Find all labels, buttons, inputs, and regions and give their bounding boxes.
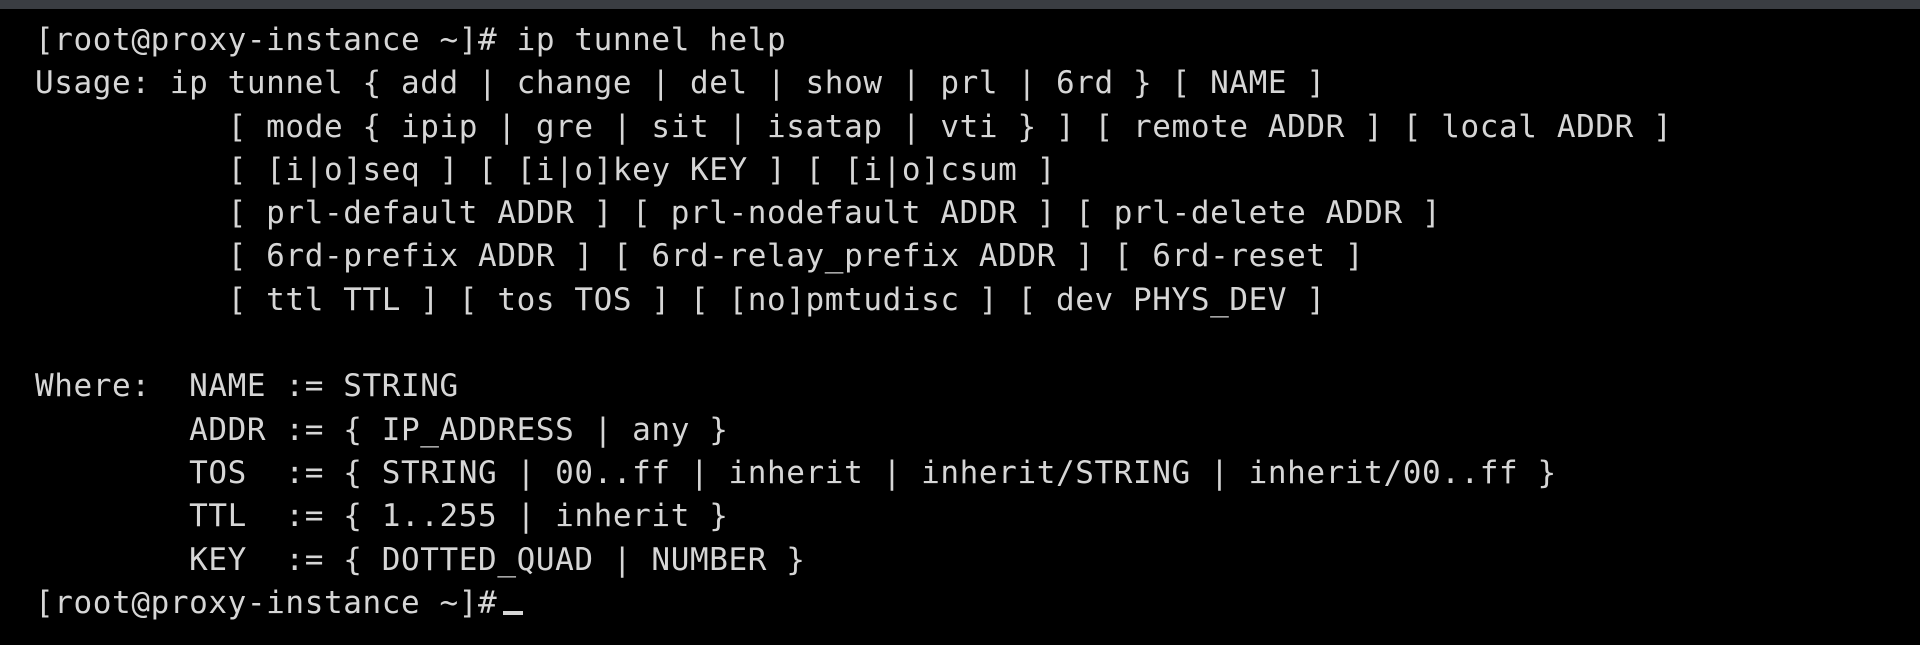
terminal-line: TOS := { STRING | 00..ff | inherit | inh…	[35, 454, 1557, 491]
terminal-line: [root@proxy-instance ~]# ip tunnel help	[35, 22, 787, 58]
terminal-line: [ prl-default ADDR ] [ prl-nodefault ADD…	[35, 195, 1442, 232]
terminal-line: TTL := { 1..255 | inherit }	[35, 498, 729, 535]
command-prompt-line[interactable]: [root@proxy-instance ~]#	[35, 582, 1905, 625]
terminal-line: Usage: ip tunnel { add | change | del | …	[35, 65, 1326, 102]
text-cursor	[503, 610, 524, 615]
command-prompt: [root@proxy-instance ~]#	[35, 584, 498, 621]
terminal-output: [root@proxy-instance ~]# ip tunnel help …	[35, 19, 1905, 625]
terminal-screen[interactable]: [root@proxy-instance ~]# ip tunnel help …	[0, 9, 1920, 645]
terminal-line: KEY := { DOTTED_QUAD | NUMBER }	[35, 541, 806, 578]
terminal-line: Where: NAME := STRING	[35, 368, 459, 405]
terminal-line: ADDR := { IP_ADDRESS | any }	[35, 411, 729, 448]
terminal-line: [ 6rd-prefix ADDR ] [ 6rd-relay_prefix A…	[35, 238, 1365, 275]
terminal-line: [ mode { ipip | gre | sit | isatap | vti…	[35, 108, 1673, 145]
terminal-line: [ [i|o]seq ] [ [i|o]key KEY ] [ [i|o]csu…	[35, 151, 1056, 188]
terminal-line: [ ttl TTL ] [ tos TOS ] [ [no]pmtudisc ]…	[35, 281, 1326, 318]
window-top-bar	[0, 0, 1920, 9]
